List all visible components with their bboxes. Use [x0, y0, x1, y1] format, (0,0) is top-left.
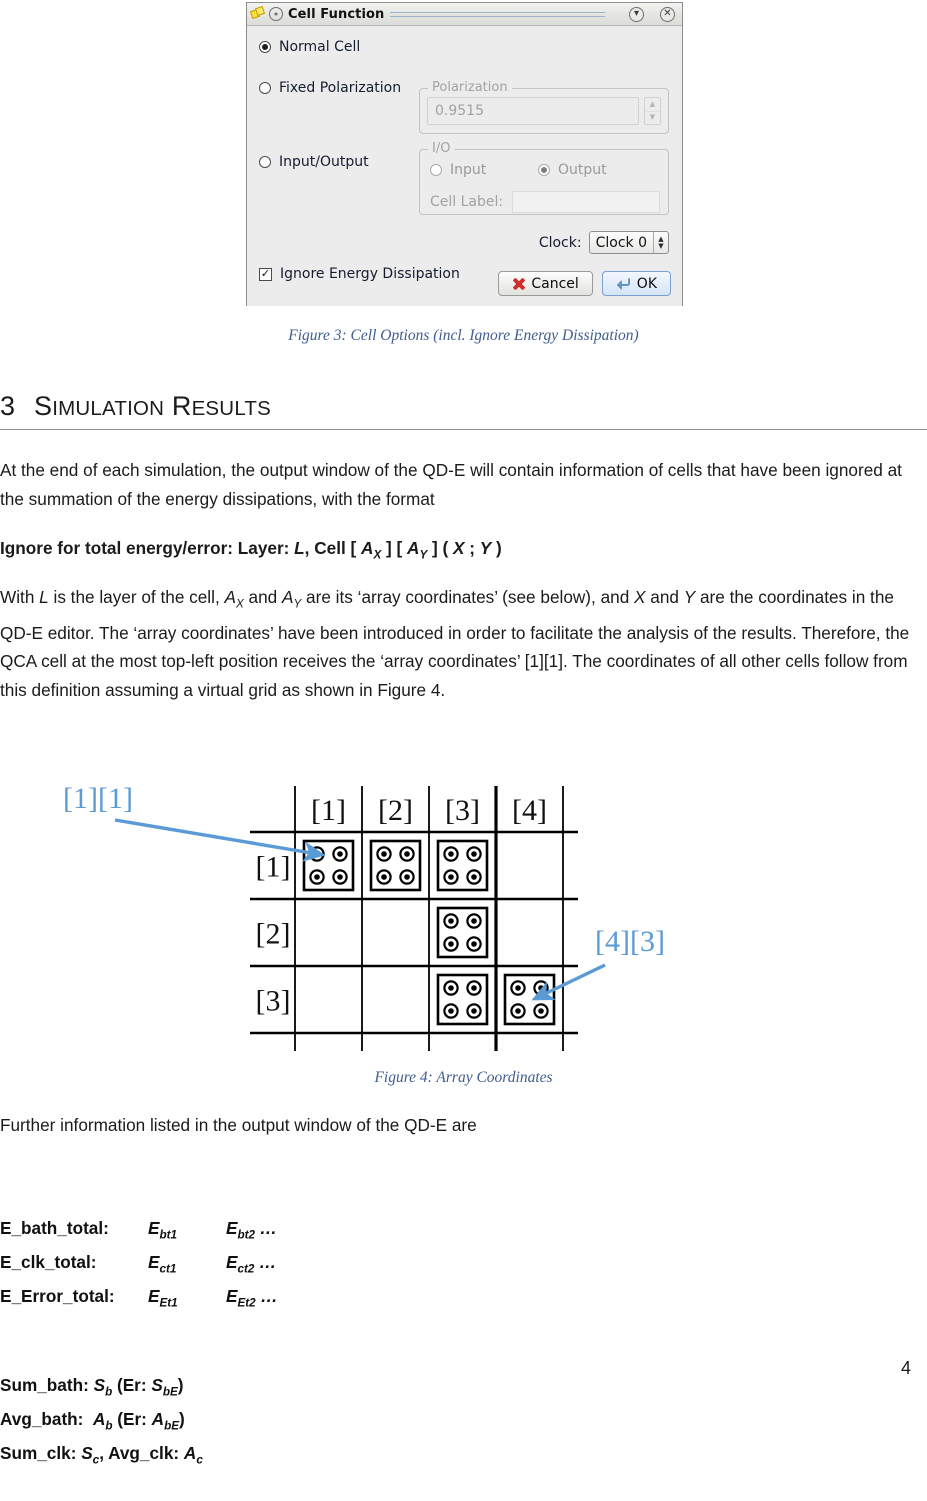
column-header: [2]: [378, 794, 413, 827]
clock-value: Clock 0: [595, 234, 647, 251]
radio-io-input-indicator: [430, 164, 442, 176]
dialog-titlebar[interactable]: Cell Function ▾ ✕: [247, 3, 682, 26]
paragraph-format-line: Ignore for total energy/error: Layer: L,…: [0, 538, 502, 562]
page-number: 4: [900, 1358, 911, 1378]
qca-cell: [436, 973, 489, 1026]
stepper-up-icon[interactable]: ▲: [645, 98, 660, 111]
figure-3-image: Cell Function ▾ ✕ Normal Cell Fixed Pola…: [0, 0, 927, 312]
figure-4-caption: Figure 4: Array Coordinates: [374, 1069, 553, 1086]
qca-cell: [436, 839, 489, 892]
radio-fixed-polarization[interactable]: Fixed Polarization: [259, 80, 401, 96]
row-header: [1]: [256, 851, 291, 884]
checkbox-indicator: [259, 267, 272, 281]
chevron-down-icon[interactable]: ▾: [629, 6, 644, 22]
column-header: [4]: [512, 794, 547, 827]
formula-row: E_bath_total: Ebt1 Ebt2 …: [0, 1218, 277, 1242]
polarization-group: Polarization 0.9515 ▲ ▼: [419, 80, 669, 134]
dialog-title: Cell Function: [288, 6, 385, 22]
cancel-button-label: Cancel: [531, 275, 579, 292]
stepper-down-icon[interactable]: ▼: [645, 110, 660, 125]
polarization-stepper[interactable]: ▲ ▼: [644, 97, 661, 125]
radio-normal-cell-label: Normal Cell: [279, 39, 361, 55]
dialog-button-row: Cancel OK: [498, 271, 671, 296]
radio-normal-cell[interactable]: Normal Cell: [259, 39, 360, 55]
ignore-energy-dissipation-label: Ignore Energy Dissipation: [280, 266, 460, 282]
clock-control[interactable]: Clock: Clock 0 ▲ ▼: [539, 231, 669, 254]
polarization-group-title: Polarization: [428, 80, 512, 95]
enter-arrow-icon: [616, 278, 630, 290]
row-header: [2]: [256, 918, 291, 951]
section-number: 3: [0, 391, 16, 421]
radio-io-output-indicator: [538, 164, 550, 176]
row-header: [3]: [256, 985, 291, 1018]
diamond-cells-icon: [249, 5, 266, 21]
radio-input-output[interactable]: Input/Output: [259, 154, 369, 170]
column-header: [1]: [311, 794, 346, 827]
ignore-energy-dissipation-checkbox[interactable]: Ignore Energy Dissipation: [259, 266, 460, 282]
clock-stepper-icon[interactable]: ▲ ▼: [653, 232, 668, 253]
radio-io-output[interactable]: Output: [538, 162, 607, 178]
figure-3-caption: Figure 3: Cell Options (incl. Ignore Ene…: [288, 327, 639, 344]
window-menu-icon[interactable]: [269, 7, 283, 21]
radio-io-output-label: Output: [558, 162, 607, 178]
io-group-title: I/O: [428, 141, 455, 156]
ok-button-label: OK: [636, 275, 657, 292]
section-heading: 3 SIMULATION RESULTS: [0, 391, 927, 430]
qca-cell: [369, 839, 422, 892]
polarization-input[interactable]: 0.9515: [427, 97, 639, 125]
qca-cell: [503, 973, 556, 1026]
formula-row: Sum_clk: Sc, Avg_clk: Ac: [0, 1442, 203, 1467]
formula-row: E_clk_total: Ect1 Ect2 …: [0, 1251, 277, 1276]
formula-row: Avg_bath: Ab (Er: AbE): [0, 1408, 185, 1433]
radio-fixed-polarization-label: Fixed Polarization: [279, 80, 402, 96]
titlebar-rule: [390, 11, 605, 18]
qca-cell: [436, 906, 489, 959]
paragraph-further-info: Further information listed in the output…: [0, 1115, 477, 1135]
radio-fixed-polarization-indicator: [259, 82, 271, 94]
clock-spinner[interactable]: Clock 0 ▲ ▼: [588, 231, 669, 254]
cell-label-caption: Cell Label:: [430, 194, 504, 210]
radio-normal-cell-indicator: [259, 41, 271, 53]
radio-io-input[interactable]: Input: [430, 162, 486, 178]
annotation-label-bottom-right: [4][3]: [595, 925, 665, 958]
qca-cell: [302, 839, 355, 892]
ok-button[interactable]: OK: [601, 271, 671, 296]
radio-input-output-indicator: [259, 156, 271, 168]
array-coordinates-diagram: [1] [2] [3] [4] [1] [2] [3] [1][1] [4][3]: [63, 782, 665, 1051]
radio-input-output-label: Input/Output: [279, 154, 369, 170]
paragraph-intro: At the end of each simulation, the outpu…: [0, 460, 902, 509]
figure-4-image: [1] [2] [3] [4] [1] [2] [3] [1][1] [4][3]: [0, 780, 927, 1060]
clock-label: Clock:: [538, 234, 582, 251]
column-header: [3]: [445, 794, 480, 827]
section-title: SIMULATION RESULTS: [34, 391, 271, 421]
annotation-label-top-left: [1][1]: [63, 782, 133, 815]
close-icon[interactable]: ✕: [660, 6, 675, 22]
dialog-body: Normal Cell Fixed Polarization Input/Out…: [247, 26, 682, 306]
paragraph-coordinates: With L is the layer of the cell, AX and …: [0, 587, 910, 700]
cell-function-dialog: Cell Function ▾ ✕ Normal Cell Fixed Pola…: [246, 2, 683, 306]
cell-label-input[interactable]: [512, 191, 660, 213]
radio-io-input-label: Input: [450, 162, 487, 178]
formula-row: E_Error_total: EEt1 EEt2 …: [0, 1285, 278, 1310]
io-group: I/O Input Output Cell Label:: [419, 141, 669, 215]
cancel-button[interactable]: Cancel: [498, 271, 593, 296]
formula-row: Sum_bath: Sb (Er: SbE): [0, 1374, 184, 1399]
output-formula-list: E_bath_total: Ebt1 Ebt2 … E_clk_total: Ect1 E…: [0, 1160, 278, 1501]
cancel-x-icon: [512, 277, 525, 290]
annotation-arrow-top-left: [114, 818, 326, 862]
